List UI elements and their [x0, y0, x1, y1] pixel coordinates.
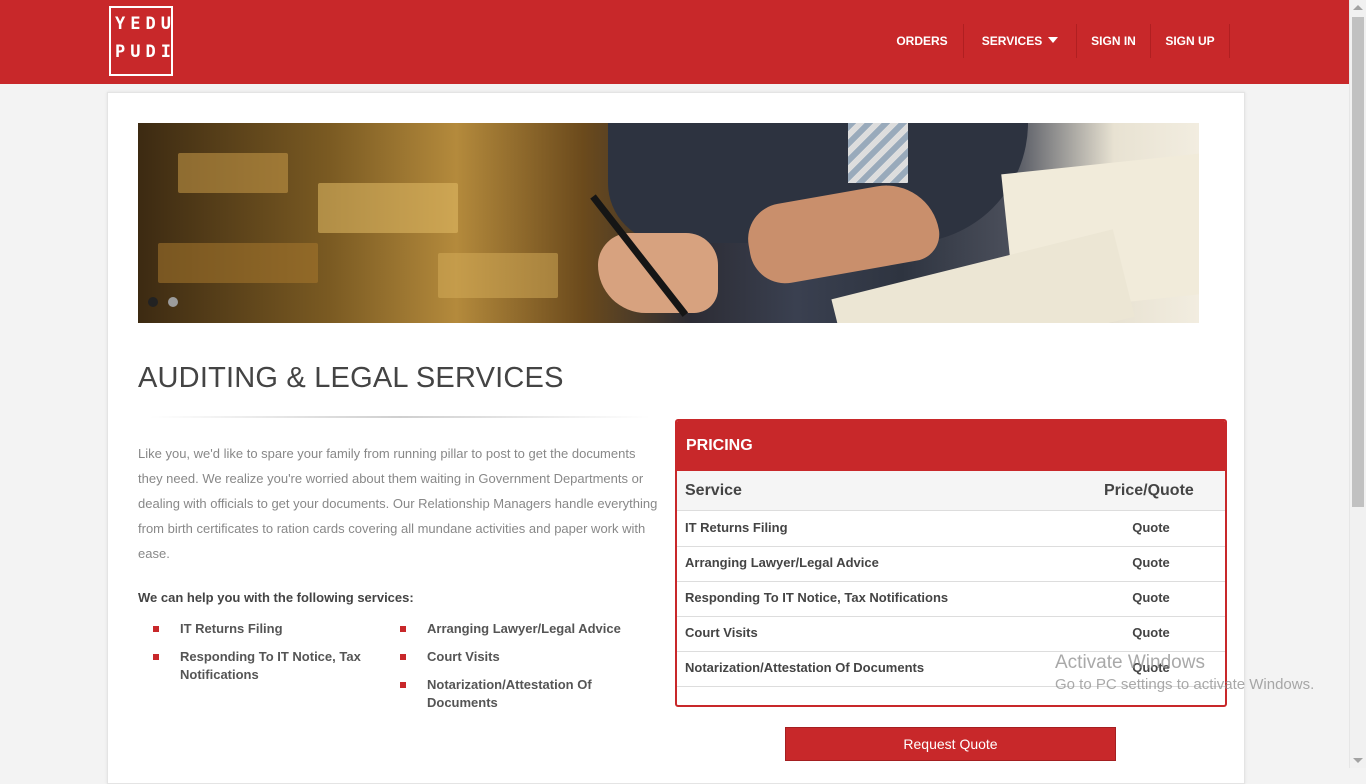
- scroll-down-arrow-icon[interactable]: [1353, 758, 1363, 763]
- top-navbar: YEDU PUDI ORDERS SERVICES SIGN IN SIGN U…: [0, 0, 1349, 84]
- price-cell: Quote: [1132, 625, 1170, 640]
- column-header-service: Service: [685, 482, 742, 499]
- scroll-up-arrow-icon[interactable]: [1353, 5, 1363, 10]
- square-bullet-icon: [153, 626, 159, 632]
- caret-down-icon: [1048, 37, 1059, 43]
- service-cell: Responding To IT Notice, Tax Notificatio…: [685, 590, 949, 605]
- slider-dot-1[interactable]: [148, 297, 158, 307]
- hero-banner-image: [138, 123, 1199, 323]
- nav-services-label: SERVICES: [981, 34, 1043, 48]
- service-cell: Arranging Lawyer/Legal Advice: [685, 555, 879, 570]
- banner-bookshelf-shape: [438, 253, 558, 298]
- banner-bookshelf-shape: [158, 243, 318, 283]
- square-bullet-icon: [153, 654, 159, 660]
- banner-tie-shape: [848, 123, 908, 183]
- square-bullet-icon: [400, 682, 406, 688]
- pricing-title: PRICING: [686, 437, 753, 454]
- activate-windows-title: Activate Windows: [1055, 652, 1205, 673]
- pricing-table-header: Service Price/Quote: [677, 471, 1225, 511]
- activate-windows-subtitle: Go to PC settings to activate Windows.: [1055, 676, 1315, 693]
- nav-sign-up-label: SIGN UP: [1165, 34, 1215, 48]
- nav-orders-label: ORDERS: [896, 34, 948, 48]
- service-list-item: Notarization/Attestation Of Documents: [427, 677, 592, 710]
- banner-hand-shape: [598, 233, 718, 313]
- nav-sign-in-label: SIGN IN: [1091, 34, 1136, 48]
- banner-bookshelf-shape: [178, 153, 288, 193]
- scroll-thumb[interactable]: [1352, 17, 1364, 507]
- logo-line-1: YEDU: [115, 14, 176, 34]
- price-cell: Quote: [1132, 555, 1170, 570]
- service-list-item: Responding To IT Notice, Tax Notificatio…: [180, 649, 361, 682]
- nav-orders[interactable]: ORDERS: [881, 24, 964, 58]
- nav-sign-up[interactable]: SIGN UP: [1151, 24, 1230, 58]
- services-heading: We can help you with the following servi…: [138, 590, 414, 605]
- banner-bookshelf-shape: [318, 183, 458, 233]
- logo-line-2: PUDI: [115, 42, 176, 62]
- square-bullet-icon: [400, 626, 406, 632]
- slider-dot-2[interactable]: [168, 297, 178, 307]
- service-list-item: Court Visits: [427, 649, 500, 664]
- nav-sign-in[interactable]: SIGN IN: [1077, 24, 1151, 58]
- request-quote-button[interactable]: Request Quote: [785, 727, 1116, 761]
- page-title: AUDITING & LEGAL SERVICES: [138, 362, 564, 394]
- table-row: IT Returns Filing Quote: [677, 511, 1225, 547]
- price-cell: Quote: [1132, 590, 1170, 605]
- price-cell: Quote: [1132, 520, 1170, 535]
- service-cell: Notarization/Attestation Of Documents: [685, 660, 925, 675]
- square-bullet-icon: [400, 654, 406, 660]
- service-list-item: IT Returns Filing: [180, 621, 283, 636]
- service-cell: Court Visits: [685, 625, 758, 640]
- yedupudi-logo[interactable]: YEDU PUDI: [109, 6, 173, 76]
- page-scrollbar[interactable]: [1349, 0, 1366, 768]
- table-row: Arranging Lawyer/Legal Advice Quote: [677, 546, 1225, 582]
- table-row: Responding To IT Notice, Tax Notificatio…: [677, 581, 1225, 617]
- pricing-header: PRICING: [677, 421, 1225, 471]
- service-list-item: Arranging Lawyer/Legal Advice: [427, 621, 621, 636]
- column-header-price: Price/Quote: [1104, 482, 1194, 499]
- table-row: Court Visits Quote: [677, 616, 1225, 652]
- service-cell: IT Returns Filing: [685, 520, 788, 535]
- nav-services-dropdown[interactable]: SERVICES: [964, 24, 1077, 58]
- title-divider: [150, 416, 650, 418]
- intro-paragraph: Like you, we'd like to spare your family…: [138, 446, 658, 561]
